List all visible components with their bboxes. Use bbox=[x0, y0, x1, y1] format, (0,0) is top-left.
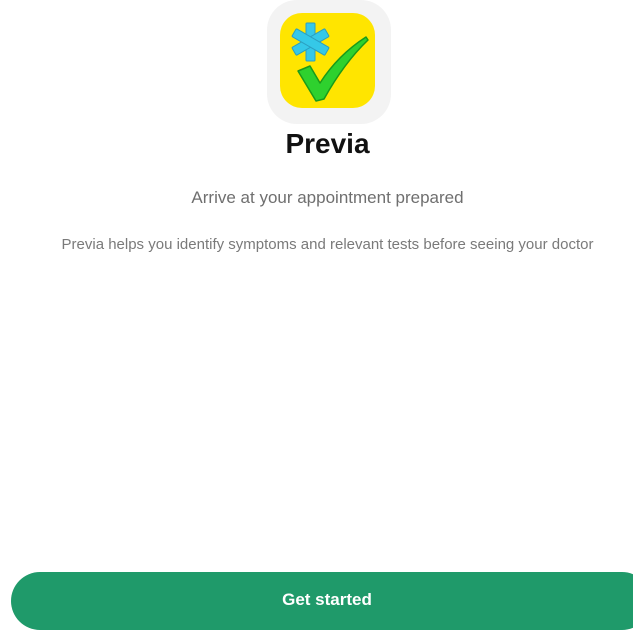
asterisk-checkmark-icon bbox=[291, 22, 369, 102]
app-icon bbox=[280, 13, 375, 108]
app-icon-container bbox=[267, 0, 391, 124]
asterisk-icon bbox=[291, 22, 330, 62]
tagline: Arrive at your appointment prepared bbox=[191, 188, 464, 207]
app-title: Previa bbox=[285, 128, 370, 159]
app-description: Previa helps you identify symptoms and r… bbox=[61, 236, 594, 253]
get-started-label: Get started bbox=[282, 590, 372, 609]
get-started-button[interactable]: Get started bbox=[11, 572, 633, 630]
